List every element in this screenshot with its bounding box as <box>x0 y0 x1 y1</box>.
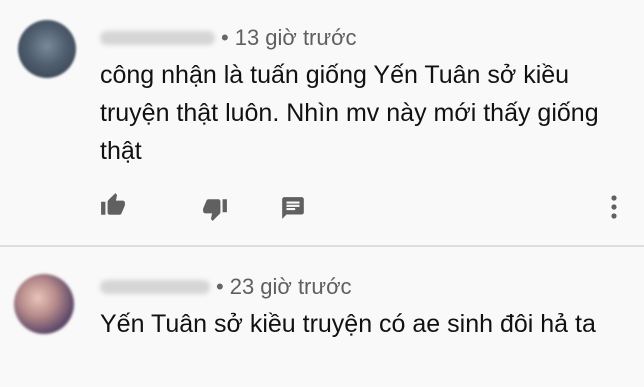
more-vert-icon[interactable] <box>604 193 624 221</box>
comment-text: công nhận là tuấn giống Yến Tuân sở kiều… <box>100 61 599 165</box>
author-name-blurred[interactable] <box>100 31 215 45</box>
comment-meta: • 13 giờ trước <box>100 23 357 53</box>
comment-timestamp[interactable]: 23 giờ trước <box>230 274 352 300</box>
avatar[interactable] <box>18 20 76 78</box>
avatar[interactable] <box>14 274 74 334</box>
comment-text: Yến Tuân sở kiều truyện có ae sinh đôi h… <box>100 310 596 338</box>
thumb-down-icon[interactable] <box>202 196 228 222</box>
reply-icon[interactable] <box>280 195 306 221</box>
meta-separator: • <box>216 274 224 299</box>
comment-item: • 13 giờ trước công nhận là tuấn giống Y… <box>0 0 644 246</box>
comment-item: • 23 giờ trước Yến Tuân sở kiều truyện c… <box>0 247 644 387</box>
comment-timestamp[interactable]: 13 giờ trước <box>235 25 357 51</box>
comment-meta: • 23 giờ trước <box>100 272 352 302</box>
author-name-blurred[interactable] <box>100 280 210 294</box>
meta-separator: • <box>221 25 229 50</box>
thumb-up-icon[interactable] <box>100 192 126 218</box>
